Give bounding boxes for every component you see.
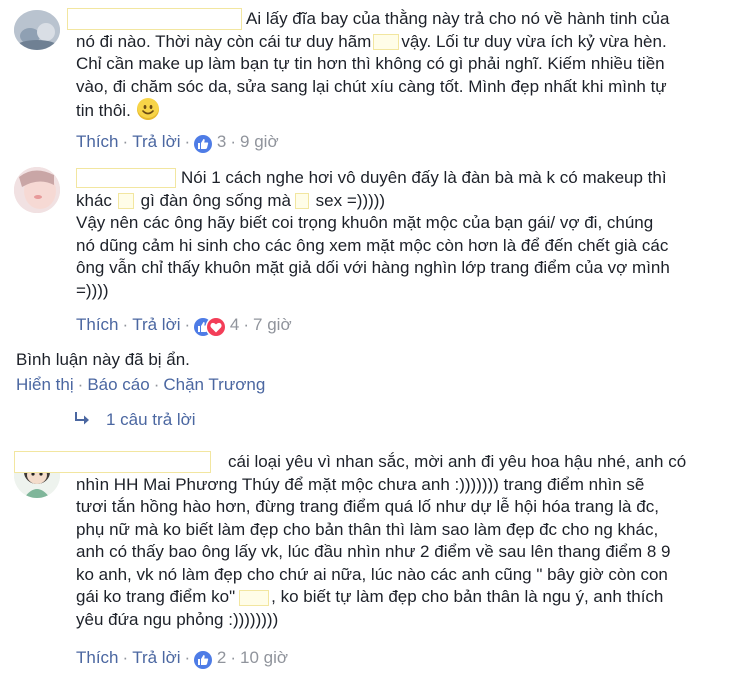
comment-line: nhìn HH Mai Phương Thúy để mặt mộc chưa … [76, 474, 645, 494]
author-name-redacted[interactable] [14, 451, 211, 473]
reactions[interactable] [194, 318, 226, 336]
reactions[interactable] [194, 651, 213, 669]
report-link[interactable]: Báo cáo [87, 375, 149, 394]
separator: · [184, 132, 191, 151]
redacted-word [294, 193, 309, 210]
redacted-word [373, 34, 400, 51]
comment-line: cái loại yêu vì nhan sắc, mời anh đi yêu… [228, 452, 687, 471]
reply-count-label[interactable]: 1 câu trả lời [106, 410, 196, 429]
author-name-redacted[interactable] [67, 8, 242, 30]
separator: · [230, 648, 237, 667]
comment-line: Chỉ cần make up làm bạn tự tin hơn thì k… [76, 54, 665, 73]
timestamp[interactable]: 9 giờ [240, 132, 279, 151]
comment-line: Nói 1 cách nghe hơi vô duyên đấy là đàn … [181, 168, 667, 187]
redacted-word [239, 589, 270, 606]
like-reaction-icon [194, 651, 213, 669]
comment-text: Ai lấy đĩa bay của thằng này trả cho nó … [246, 8, 669, 31]
comment-text: Nói 1 cách nghe hơi vô duyên đấy là đàn … [181, 167, 667, 190]
author-name-redacted[interactable] [76, 168, 176, 188]
comment-text: nó đi nào. Thời này còn cái tư duy hãm vậ… [76, 31, 667, 121]
reaction-count: 2 [216, 648, 227, 667]
comment-line: vào, đi chăm sóc da, sửa sang lại chút x… [76, 76, 667, 96]
reaction-count: 4 [229, 315, 240, 334]
avatar[interactable] [14, 10, 60, 50]
reply-button[interactable]: Trả lời [132, 315, 180, 334]
separator: · [243, 315, 250, 334]
separator: · [153, 375, 160, 394]
separator: · [184, 315, 191, 334]
comment-line: gái ko trang điểm ko" [76, 587, 236, 606]
timestamp[interactable]: 7 giờ [253, 315, 292, 334]
separator: · [77, 375, 84, 394]
comment-line: phụ nữ mà ko biết làm đẹp cho bản thân t… [76, 519, 659, 539]
view-replies-link[interactable]: 1 câu trả lời [74, 410, 196, 432]
like-button[interactable]: Thích [76, 315, 119, 334]
comment-line: Vậy nên các ông hãy biết coi trọng khuôn… [76, 213, 654, 232]
comment-line: =)))) [76, 280, 109, 300]
comment-line: nó dũng cảm hi sinh cho các ông xem mặt … [76, 235, 669, 255]
like-button[interactable]: Thích [76, 648, 119, 667]
comment-line: gì đàn ông sống mà [140, 190, 291, 210]
reply-arrow-icon [74, 411, 92, 432]
comment-line: tươi tắn hồng hào hơn, đừng trang điểm q… [76, 497, 659, 516]
comment-text: nhìn HH Mai Phương Thúy để mặt mộc chưa … [76, 474, 671, 632]
reply-button[interactable]: Trả lời [132, 648, 180, 667]
smiley-emoji-icon [136, 98, 159, 120]
comment-line: ông vẫn chỉ thấy khuôn mặt giả dối với h… [76, 258, 670, 277]
comment-line: vậy. Lối tư duy vừa ích kỷ vừa hèn. [401, 31, 667, 51]
hidden-comment-actions: Hiển thị · Báo cáo · Chặn Trương [16, 375, 265, 395]
comment-actions: Thích · Trả lời · 3 · 9 giờ [76, 132, 279, 153]
separator: · [122, 132, 129, 151]
comment-line: sex =))))) [315, 190, 386, 210]
comment-line: ko anh, vk nó làm đẹp cho chứ ai nữa, lú… [76, 564, 668, 584]
separator: · [122, 648, 129, 667]
comment-line: khác [76, 190, 112, 210]
comment-text: cái loại yêu vì nhan sắc, mời anh đi yêu… [228, 451, 686, 474]
love-reaction-icon [207, 318, 226, 336]
reactions[interactable] [194, 135, 213, 153]
comment-line: , ko biết tự làm đẹp cho bản thân là ngu… [271, 587, 664, 606]
comment-line: tin thôi. [76, 101, 131, 120]
comment-line: yêu đứa ngu phỏng :)))))))) [76, 609, 279, 629]
timestamp[interactable]: 10 giờ [240, 648, 288, 667]
comment-text: khác gì đàn ông sống mà sex =))))) Vậy n… [76, 190, 670, 303]
separator: · [230, 132, 237, 151]
like-reaction-icon [194, 135, 213, 153]
comment-actions: Thích · Trả lời · 4 · 7 giờ [76, 315, 292, 336]
separator: · [184, 648, 191, 667]
comment-actions: Thích · Trả lời · 2 · 10 giờ [76, 648, 288, 669]
reaction-count: 3 [216, 132, 227, 151]
block-user-link[interactable]: Chặn Trương [163, 375, 265, 394]
comment-line: Ai lấy đĩa bay của thằng này trả cho nó … [246, 9, 670, 28]
separator: · [122, 315, 129, 334]
hidden-comment-notice: Bình luận này đã bị ẩn. [16, 350, 190, 369]
avatar[interactable] [14, 167, 60, 213]
redacted-word [117, 193, 134, 210]
show-comment-link[interactable]: Hiển thị [16, 375, 74, 394]
like-button[interactable]: Thích [76, 132, 119, 151]
comment-line: nó đi nào. Thời này còn cái tư duy hãm [76, 31, 372, 51]
reply-button[interactable]: Trả lời [132, 132, 180, 151]
comment-line: anh có thấy bao ông lấy vk, lúc đầu nhìn… [76, 542, 671, 561]
